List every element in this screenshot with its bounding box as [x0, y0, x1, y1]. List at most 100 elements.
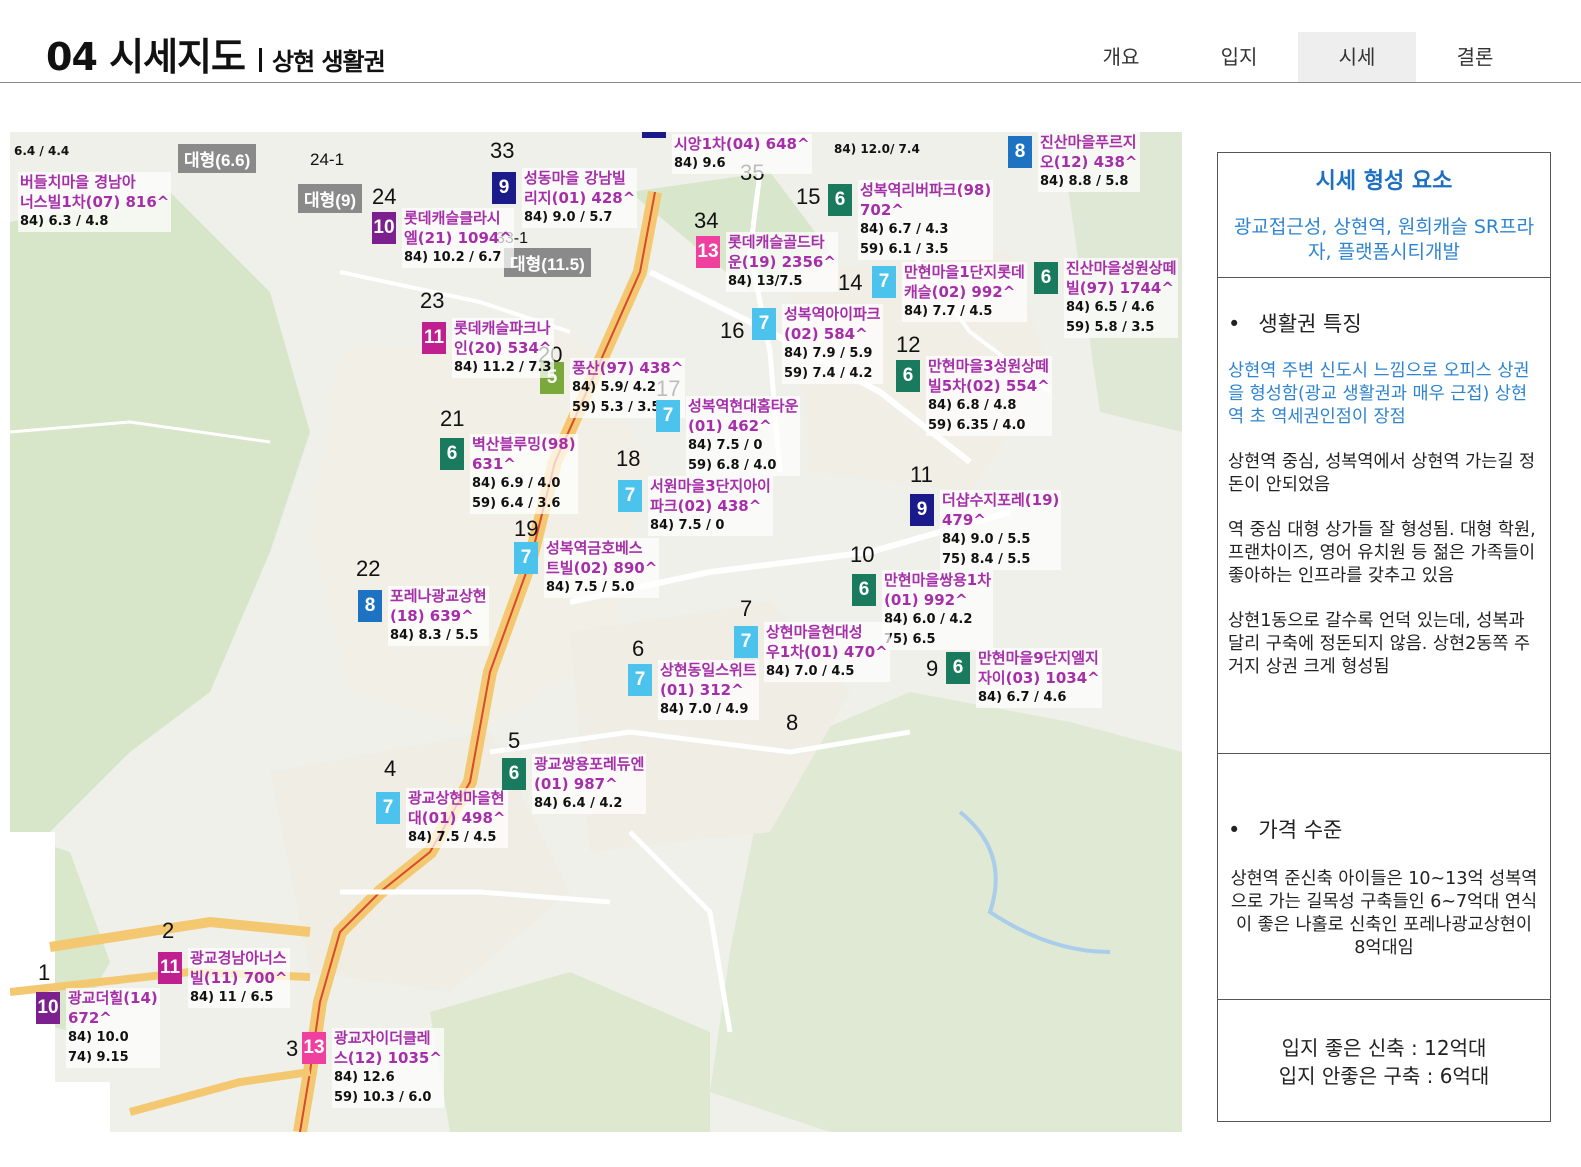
- complex-name: 더샵수지포레(19): [942, 491, 1060, 509]
- price-badge: 7: [656, 400, 680, 432]
- complex-price: 84) 10.0: [68, 1030, 129, 1045]
- price-badge: 7: [618, 480, 642, 512]
- complex-price: 59) 6.35 / 4.0: [928, 418, 1026, 433]
- price-badge: 9: [492, 172, 516, 204]
- area-number: 8: [786, 710, 799, 735]
- area-number: 4: [384, 756, 397, 781]
- complex-price: 84) 7.5 / 0: [688, 438, 763, 453]
- complex-label: 서원마을3단지아이 파크(02) 438^ 84) 7.5 / 0: [648, 476, 773, 536]
- price-badge: [642, 132, 666, 138]
- complex-price: 84) 7.7 / 4.5: [904, 304, 993, 319]
- complex-name: 광교자이더클레: [334, 1029, 431, 1047]
- section-heading: • 생활권 특징: [1228, 312, 1362, 336]
- complex-name: 진산마을성원상떼: [1066, 259, 1177, 277]
- body-text: 역 중심 대형 상가들 잘 형성됨. 대형 학원, 프랜차이즈, 영어 유치원 …: [1228, 520, 1536, 586]
- complex-units: (01) 312^: [660, 681, 744, 699]
- complex-price: 84) 6.9 / 4.0: [472, 476, 561, 491]
- complex-label: 광교더힐(14) 672^ 84) 10.0 74) 9.15: [66, 988, 160, 1068]
- area-number: 6: [632, 636, 645, 661]
- complex-name: 벽산블루밍(98): [472, 435, 576, 453]
- panel-subtitle: 광교접근성, 상현역, 원희캐슬 SR프라자, 플랫폼시티개발: [1233, 216, 1535, 263]
- complex-name: 만현마을9단지엘지: [978, 649, 1099, 667]
- complex-label: 성복역금호베스 트빌(02) 890^ 84) 7.5 / 5.0: [544, 538, 660, 598]
- complex-price: 84) 7.5 / 5.0: [546, 580, 635, 595]
- complex-label: 상현마을현대성 우1차(01) 470^ 84) 7.0 / 4.5: [764, 622, 890, 682]
- complex-price: 84) 9.0 / 5.5: [942, 532, 1031, 547]
- complex-name: 성복역리버파크(98): [860, 181, 992, 199]
- area-features-section: • 생활권 특징 상현역 주변 신도시 느낌으로 오피스 상권을 형성함(광교 생…: [1218, 278, 1550, 754]
- price-badge: 10: [372, 212, 396, 244]
- complex-name: 광교쌍용포레듀엔: [534, 755, 645, 773]
- area-number: 23: [420, 288, 445, 313]
- conclusion-section: 입지 좋은 신축 : 12억대 입지 안좋은 구축 : 6억대: [1218, 1000, 1550, 1120]
- price-badge: 7: [752, 308, 776, 340]
- size-tag: 대형(6.6): [178, 144, 257, 173]
- area-number: 22: [356, 556, 381, 581]
- complex-price: 59) 6.8 / 4.0: [688, 458, 777, 473]
- complex-price: 84) 7.9 / 5.9: [784, 346, 873, 361]
- section-tabs: 개요 입지 시세 결론: [1062, 32, 1534, 82]
- area-number: 1: [38, 960, 51, 985]
- complex-units: (18) 639^: [390, 607, 474, 625]
- price-badge: 7: [514, 542, 538, 574]
- complex-price: 74) 9.15: [68, 1050, 129, 1065]
- price-badge: 6: [502, 758, 526, 790]
- area-number: 5: [508, 728, 521, 753]
- tab-conclusion[interactable]: 결론: [1416, 32, 1534, 82]
- complex-label: 성복역현대홈타운 (01) 462^ 84) 7.5 / 0 59) 6.8 /…: [686, 396, 801, 476]
- area-number: 16: [720, 318, 745, 343]
- complex-units: 빌5차(02) 554^: [928, 377, 1050, 395]
- size-tag: 대형(9): [298, 184, 363, 213]
- price-badge: 8: [358, 590, 382, 622]
- area-number: 15: [796, 184, 821, 209]
- tab-location[interactable]: 입지: [1180, 32, 1298, 82]
- complex-price: 84) 8.3 / 5.5: [390, 628, 479, 643]
- price-badge: 13: [696, 236, 720, 268]
- complex-units: 빌(97) 1744^: [1066, 279, 1174, 297]
- complex-name: 포레나광교상현: [390, 587, 487, 605]
- complex-units: 빌(11) 700^: [190, 969, 288, 987]
- complex-units: 우1차(01) 470^: [766, 643, 888, 661]
- price-badge: 6: [946, 652, 970, 684]
- complex-name: 광교더힐(14): [68, 989, 158, 1007]
- header-divider: [0, 82, 1581, 83]
- price-map[interactable]: 대형(6.6) 대형(9) 대형(11.5) 6.4 / 4.4 84) 12.…: [10, 132, 1182, 1132]
- complex-price: 59) 6.1 / 3.5: [860, 242, 949, 257]
- complex-name: 서원마을3단지아이: [650, 477, 771, 495]
- complex-units: 파크(02) 438^: [650, 497, 762, 515]
- complex-name: 시앙1차(04) 648^: [674, 135, 810, 153]
- complex-name: 상현마을현대성: [766, 623, 863, 641]
- price-badge: 6: [896, 360, 920, 392]
- complex-name: 성동마을 강남빌: [524, 169, 626, 187]
- complex-label: 롯데캐슬파크나 인(20) 534^ 84) 11.2 / 7.3: [452, 318, 554, 378]
- complex-name: 롯데캐슬골드타: [728, 233, 825, 251]
- complex-price: 84) 6.0 / 4.2: [884, 612, 973, 627]
- complex-price: 84) 6.4 / 4.2: [534, 796, 623, 811]
- price-factors-section: 시세 형성 요소 광교접근성, 상현역, 원희캐슬 SR프라자, 플랫폼시티개발: [1218, 153, 1550, 278]
- tab-overview[interactable]: 개요: [1062, 32, 1180, 82]
- price-badge: 7: [628, 664, 652, 696]
- price-badge: 10: [36, 992, 60, 1024]
- complex-price: 84) 7.0 / 4.5: [766, 664, 855, 679]
- complex-price: 84) 6.7 / 4.6: [978, 690, 1067, 705]
- complex-price: 84) 7.0 / 4.9: [660, 702, 749, 717]
- complex-price: 84) 6.5 / 4.6: [1066, 300, 1155, 315]
- complex-label: 버들치마을 경남아 너스빌1차(07) 816^ 84) 6.3 / 4.8: [18, 172, 172, 232]
- price-badge: 13: [302, 1032, 326, 1064]
- body-text: 상현역 준신축 아이들은 10~13억 성복역으로 가는 길목성 구축들인 6~…: [1230, 869, 1538, 958]
- area-number: 24-1: [310, 150, 345, 169]
- area-number: 9: [926, 656, 939, 681]
- price-badge: 9: [910, 494, 934, 526]
- edge-price-text: 6.4 / 4.4: [14, 144, 70, 158]
- size-tag: 대형(11.5): [504, 248, 591, 277]
- complex-units: 631^: [472, 455, 516, 473]
- tab-price[interactable]: 시세: [1298, 32, 1416, 82]
- complex-units: (01) 987^: [534, 775, 618, 793]
- area-number: 11: [910, 462, 933, 487]
- price-badge: 11: [422, 322, 446, 354]
- complex-price: 84) 9.6: [674, 156, 726, 171]
- area-number: 7: [740, 596, 753, 621]
- complex-label: 광교경남아너스 빌(11) 700^ 84) 11 / 6.5: [188, 948, 290, 1008]
- complex-label: 롯데캐슬골드타 운(19) 2356^ 84) 13/7.5: [726, 232, 838, 292]
- complex-price: 84) 6.7 / 4.3: [860, 222, 949, 237]
